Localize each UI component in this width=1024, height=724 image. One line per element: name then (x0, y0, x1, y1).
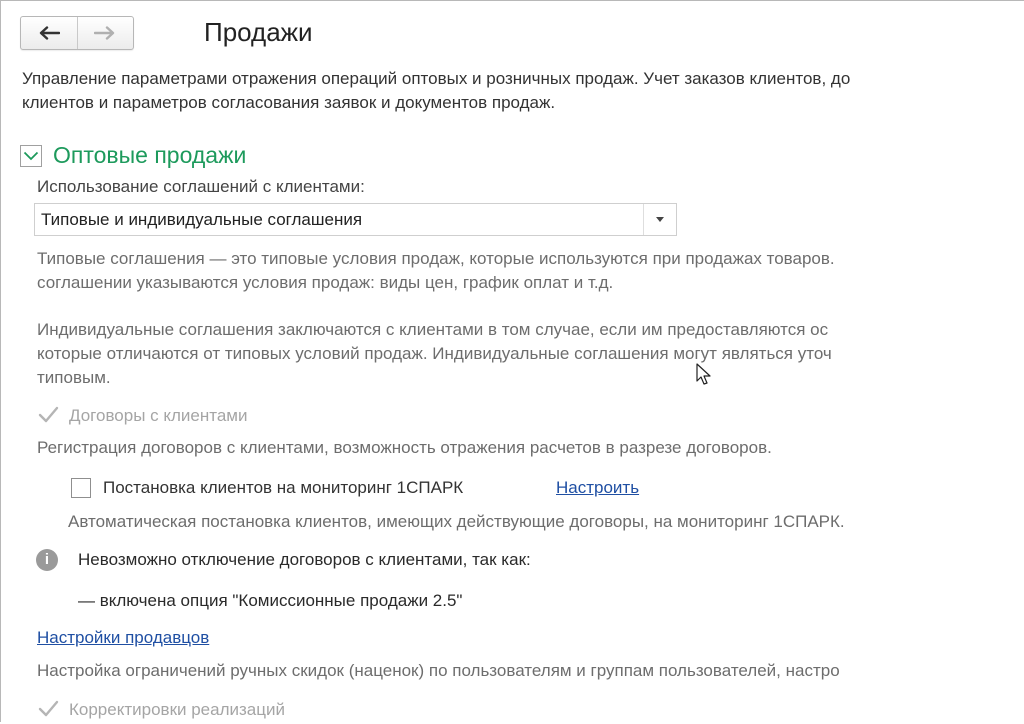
checkmark-icon (38, 700, 59, 717)
monitoring-checkbox-label: Постановка клиентов на мониторинг 1СПАРК (103, 478, 464, 497)
page-description-line-1: Управление параметрами отражения операци… (22, 69, 851, 88)
corrections-checkbox-label: Корректировки реализаций (69, 700, 285, 719)
info-reason: — включена опция "Комиссионные продажи 2… (78, 591, 463, 610)
chevron-down-icon (23, 151, 39, 161)
contracts-checkbox-label: Договоры с клиентами (69, 406, 248, 425)
agreements-select-value: Типовые и индивидуальные соглашения (41, 210, 363, 229)
monitoring-checkbox[interactable] (71, 478, 91, 498)
back-button[interactable] (21, 17, 77, 49)
dropdown-arrow-icon (656, 217, 664, 222)
agreements-label: Использование соглашений с клиентами: (37, 177, 365, 196)
section-title-wholesale[interactable]: Оптовые продажи (53, 142, 246, 169)
contracts-checkbox[interactable] (37, 405, 59, 425)
individual-agreements-hint-line-2: которые отличаются от типовых условий пр… (37, 344, 832, 363)
corrections-checkbox[interactable] (37, 699, 59, 719)
mouse-cursor-icon (696, 363, 711, 385)
agreements-select[interactable]: Типовые и индивидуальные соглашения (34, 203, 677, 236)
window-left-border (0, 0, 1, 722)
navigation-buttons (20, 16, 134, 50)
seller-settings-hint: Настройка ограничений ручных скидок (нац… (37, 661, 840, 680)
monitoring-configure-link[interactable]: Настроить (556, 478, 639, 498)
monitoring-hint: Автоматическая постановка клиентов, имею… (68, 512, 845, 531)
page-description-line-2: клиентов и параметров согласования заяво… (22, 93, 556, 112)
typical-agreements-hint-line-2: соглашении указываются условия продаж: в… (37, 273, 614, 292)
individual-agreements-hint-line-3: типовым. (37, 368, 111, 387)
arrow-right-icon (94, 26, 115, 40)
window-top-border (0, 0, 1024, 1)
forward-button[interactable] (76, 17, 134, 49)
typical-agreements-hint-line-1: Типовые соглашения — это типовые условия… (37, 249, 835, 268)
contracts-hint: Регистрация договоров с клиентами, возмо… (37, 438, 772, 457)
page-title: Продажи (204, 17, 313, 47)
agreements-select-dropdown-button[interactable] (643, 204, 676, 235)
section-collapse-toggle[interactable] (20, 145, 42, 167)
info-message: Невозможно отключение договоров с клиент… (78, 550, 531, 569)
individual-agreements-hint-line-1: Индивидуальные соглашения заключаются с … (37, 320, 829, 339)
arrow-left-icon (39, 26, 60, 40)
info-icon: i (36, 549, 58, 571)
checkmark-icon (38, 406, 59, 423)
seller-settings-link[interactable]: Настройки продавцов (37, 628, 209, 648)
